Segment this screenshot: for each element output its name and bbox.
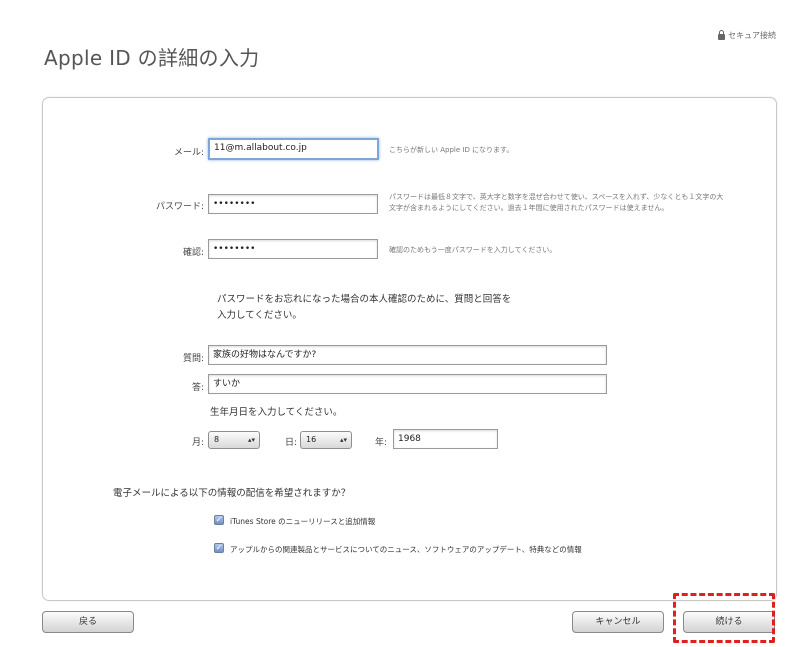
checkbox-itunes-newsletter[interactable]: ✓ <box>214 515 224 525</box>
password-label: パスワード: <box>155 202 204 212</box>
year-field[interactable]: 1968 <box>393 429 498 449</box>
birthday-intro: 生年月日を入力してください。 <box>210 407 343 418</box>
select-arrows-icon: ▴▾ <box>247 436 255 444</box>
select-arrows-icon: ▴▾ <box>339 436 347 444</box>
continue-highlight-annotation <box>673 593 775 643</box>
checkbox-itunes-label: iTunes Store のニューリリースと追加情報 <box>230 517 376 526</box>
cancel-button[interactable]: キャンセル <box>572 611 664 633</box>
checkbox-apple-news-label: アップルからの関連製品とサービスについてのニュース、ソフトウェアのアップデート、… <box>230 545 582 554</box>
secure-connection-indicator: セキュア接続 <box>718 30 776 41</box>
security-question-field[interactable]: 家族の好物はなんですか? <box>208 345 607 365</box>
answer-label: 答: <box>191 383 204 393</box>
security-answer-field[interactable]: すいか <box>208 374 607 394</box>
confirm-password-hint: 確認のためもう一度パスワードを入力してください。 <box>389 246 557 254</box>
lock-icon <box>718 30 726 40</box>
day-label: 日: <box>285 438 298 448</box>
confirm-password-label: 確認: <box>182 248 204 258</box>
password-field[interactable]: •••••••• <box>208 194 378 214</box>
month-value: 8 <box>214 435 220 444</box>
password-hint: パスワードは最低８文字で、英大字と数字を混ぜ合わせて使い、スペースを入れず、少な… <box>389 193 724 212</box>
checkbox-apple-news[interactable]: ✓ <box>214 543 224 553</box>
email-hint: こちらが新しい Apple ID になります。 <box>389 146 514 154</box>
year-label: 年: <box>375 438 388 448</box>
email-prefs-question: 電子メールによる以下の情報の配信を希望されますか？ <box>113 488 351 499</box>
month-select[interactable]: 8 ▴▾ <box>208 431 260 449</box>
confirm-password-field[interactable]: •••••••• <box>208 239 378 259</box>
month-label: 月: <box>191 438 204 448</box>
secure-connection-label: セキュア接続 <box>728 31 776 40</box>
question-label: 質問: <box>182 354 204 364</box>
page-title: Apple ID の詳細の入力 <box>44 46 260 70</box>
day-value: 16 <box>306 435 317 444</box>
email-label: メール: <box>173 148 204 158</box>
security-question-intro: パスワードをお忘れになった場合の本人確認のために、質問と回答を入力してください。 <box>217 294 512 321</box>
email-field[interactable]: 11@m.allabout.co.jp <box>208 138 379 160</box>
back-button[interactable]: 戻る <box>42 611 134 633</box>
day-select[interactable]: 16 ▴▾ <box>300 431 352 449</box>
